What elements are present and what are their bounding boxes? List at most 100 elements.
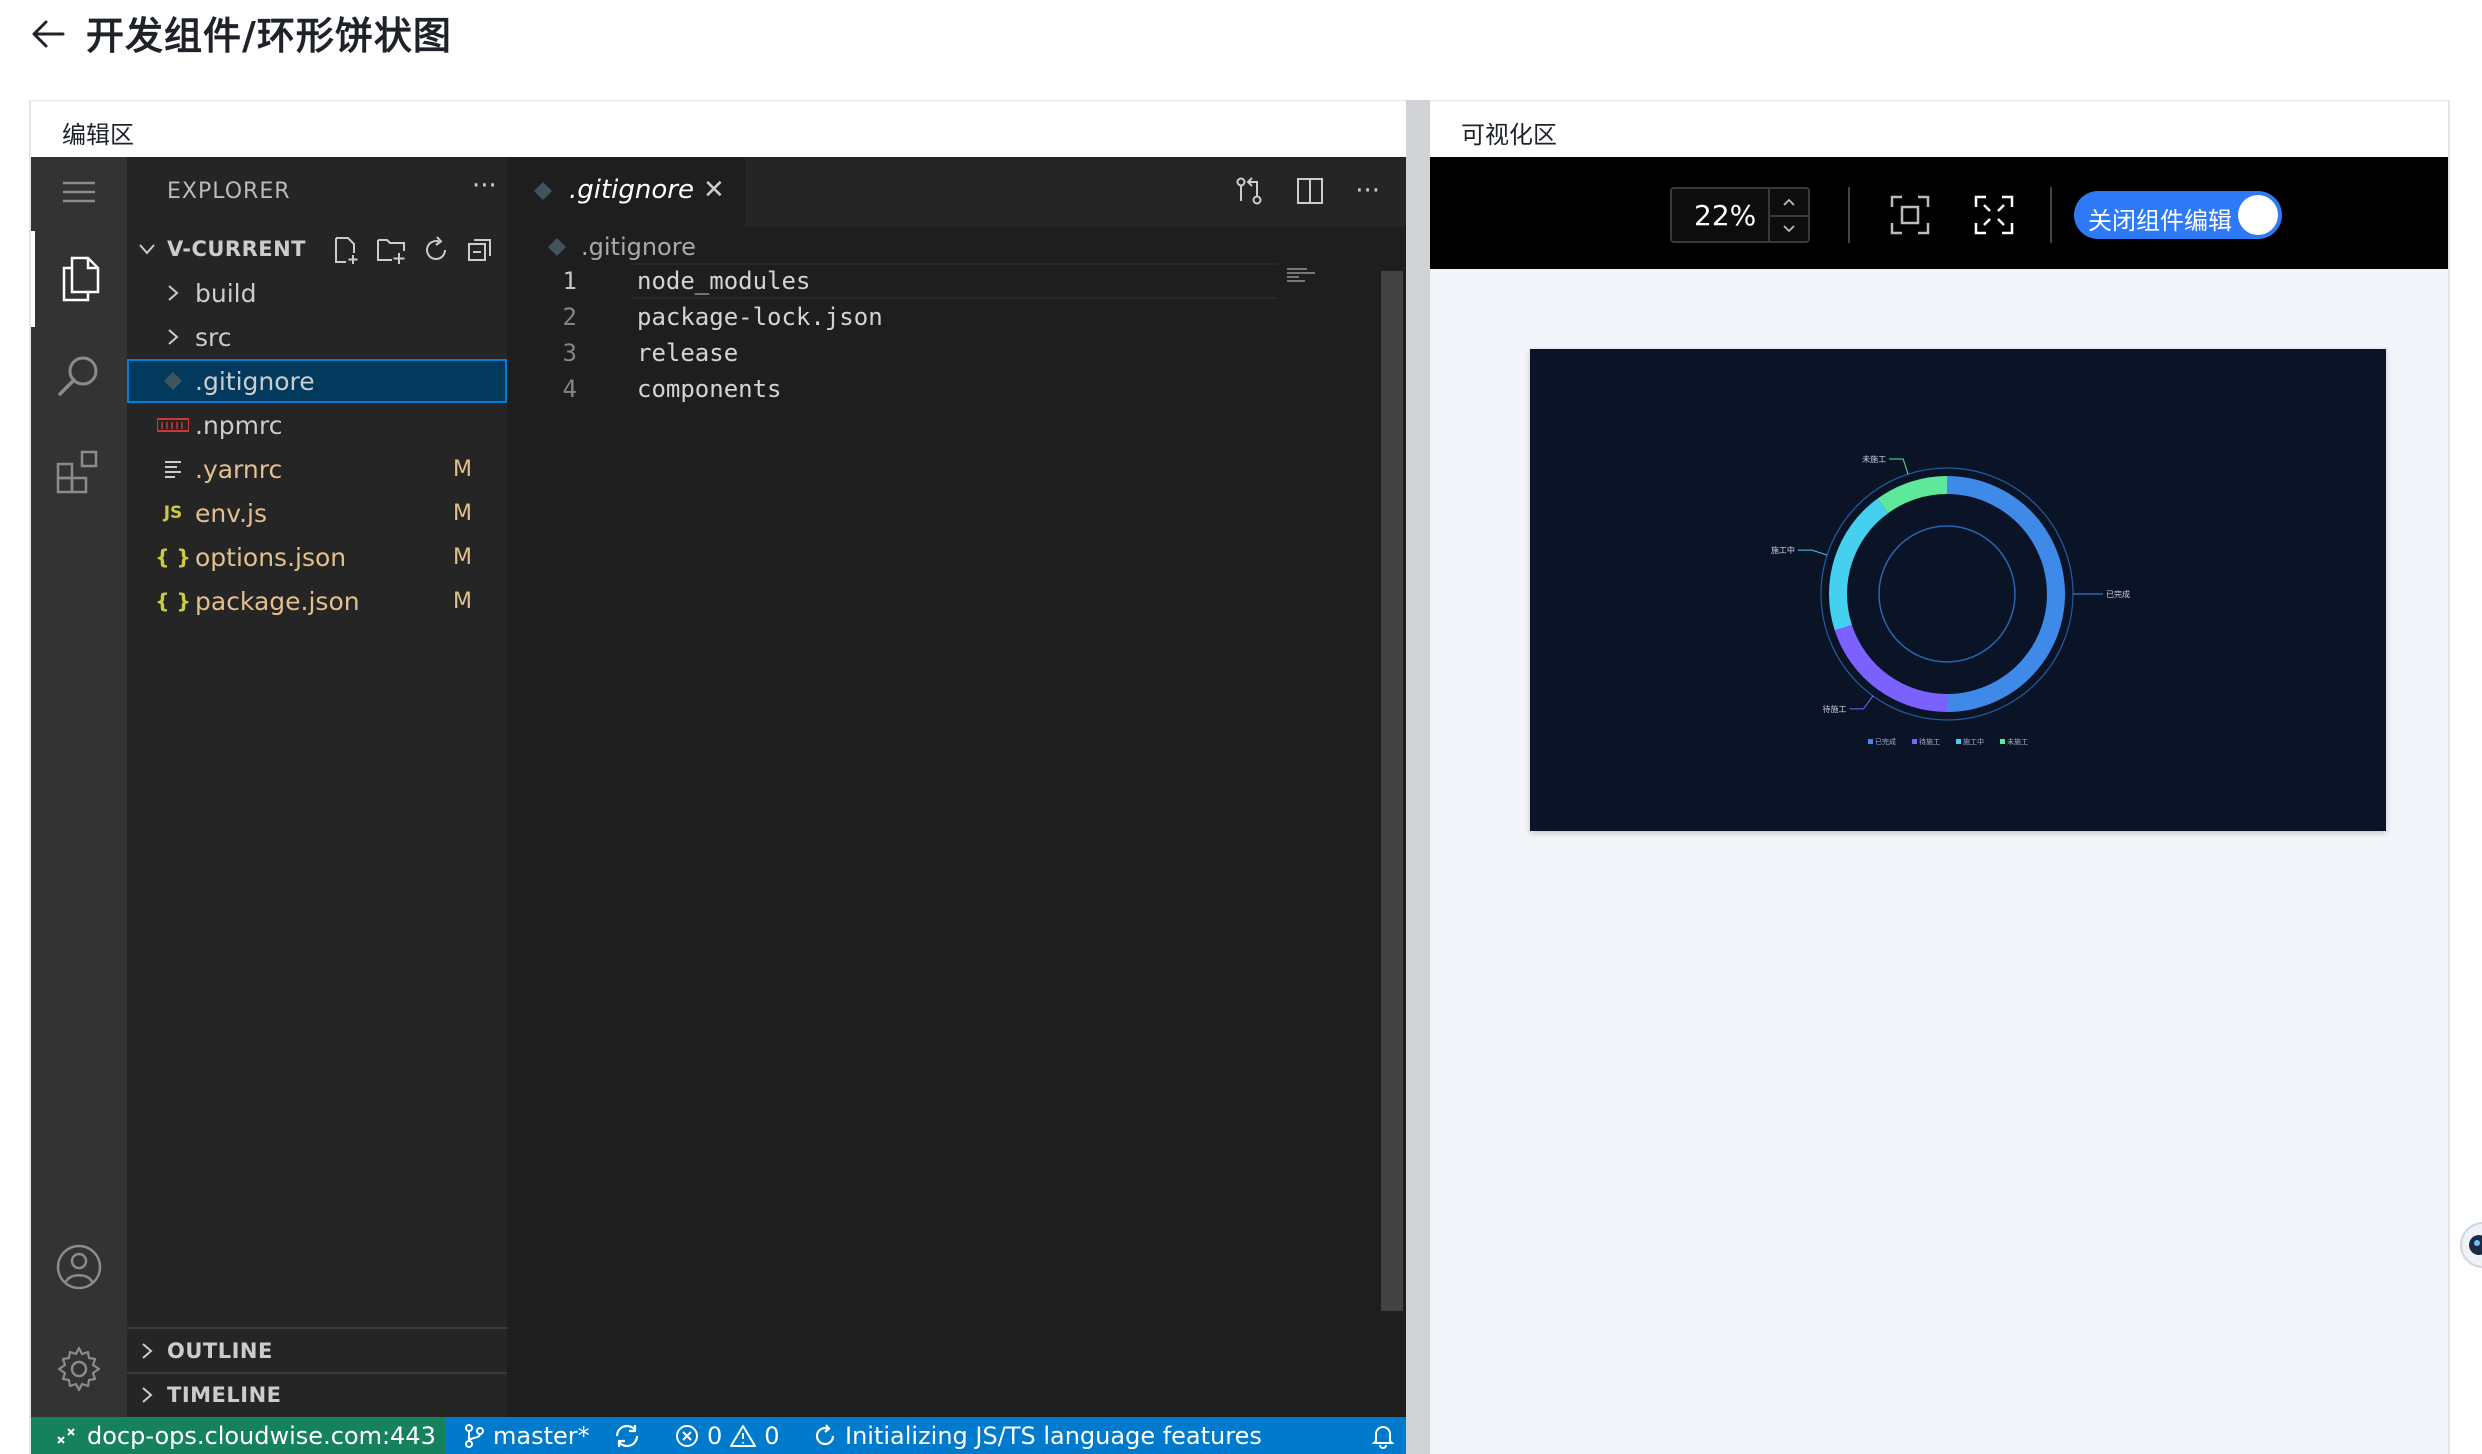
tree-item-label: env.js — [195, 498, 267, 528]
tree-item-label: package.json — [195, 586, 360, 616]
settings-activity-button[interactable] — [31, 1321, 127, 1417]
slice-label: 待施工 — [1823, 704, 1847, 714]
panel-splitter[interactable] — [1406, 100, 1430, 1454]
explorer-activity-button[interactable] — [31, 231, 127, 327]
new-file-icon[interactable] — [331, 235, 361, 265]
npm-icon — [155, 418, 191, 432]
more-actions-icon[interactable]: ··· — [1355, 176, 1380, 206]
slice-label: 未施工 — [1862, 454, 1886, 464]
branch-indicator[interactable]: master* — [463, 1417, 590, 1454]
visualization-panel: 可视化区 22% 关闭组件编辑 已完成 待施工 施工中 未施工 已完成 待施工 … — [1430, 100, 2450, 1454]
donut-slice[interactable] — [1877, 476, 1947, 514]
menu-button[interactable] — [31, 157, 127, 227]
donut-slice[interactable] — [1947, 476, 2065, 712]
editor-actions: ··· — [1233, 175, 1380, 207]
collapse-all-icon[interactable] — [465, 235, 495, 265]
compare-changes-icon[interactable] — [1233, 175, 1265, 207]
tree-item-package-json[interactable]: { } package.json M — [127, 579, 507, 623]
remote-icon — [57, 1428, 75, 1444]
tree-item-gitignore[interactable]: .gitignore — [127, 359, 507, 403]
workspace-root-label: V-CURRENT — [167, 237, 306, 261]
tree-item-env-js[interactable]: JS env.js M — [127, 491, 507, 535]
refresh-icon[interactable] — [421, 235, 451, 265]
remote-indicator[interactable]: docp-ops.cloudwise.com:443 — [31, 1417, 445, 1454]
problems-indicator[interactable]: 0 0 — [675, 1417, 780, 1454]
tree-item-npmrc[interactable]: .npmrc — [127, 403, 507, 447]
bell-icon — [1371, 1426, 1395, 1449]
zoom-value: 22% — [1694, 199, 1757, 232]
fullscreen-button[interactable] — [1970, 191, 2018, 239]
tree-item-src[interactable]: src — [127, 315, 507, 359]
tree-item-yarnrc[interactable]: .yarnrc M — [127, 447, 507, 491]
warning-icon — [730, 1425, 757, 1447]
donut-slice[interactable] — [1829, 498, 1889, 631]
code-line[interactable]: 3 release — [507, 335, 1377, 371]
chevron-right-icon — [155, 284, 191, 302]
minimap[interactable] — [1285, 267, 1325, 287]
viz-panel-label: 可视化区 — [1461, 121, 1557, 149]
files-icon — [62, 256, 100, 302]
split-editor-icon[interactable] — [1295, 176, 1325, 206]
close-icon[interactable]: ✕ — [703, 175, 725, 205]
zoom-down-button[interactable] — [1770, 215, 1808, 241]
fit-screen-button[interactable] — [1886, 191, 1934, 239]
page-header: 开发组件/环形饼状图 — [0, 0, 2482, 80]
search-activity-button[interactable] — [31, 327, 127, 423]
toggle-label: 关闭组件编辑 — [2088, 207, 2232, 235]
legend-swatch — [2000, 739, 2005, 744]
fit-screen-icon — [1890, 195, 1930, 235]
accounts-activity-button[interactable] — [31, 1219, 127, 1315]
extensions-icon — [56, 450, 98, 494]
assistant-robot-icon[interactable] — [2455, 1215, 2482, 1305]
code-line[interactable]: 4 components — [507, 371, 1377, 407]
notifications-button[interactable] — [1371, 1417, 1395, 1454]
chevron-right-icon — [127, 1342, 167, 1360]
timeline-section-header[interactable]: TIMELINE — [127, 1373, 507, 1417]
edit-panel: 编辑区 EXPLORER ··· V-CURRENT build src .gi… — [29, 100, 1408, 1454]
donut-chart: 已完成待施工施工中未施工已完成 待施工 施工中 未施工 — [1771, 454, 2130, 746]
language-status-label: Initializing JS/TS language features — [845, 1422, 1262, 1450]
line-text: node_modules — [637, 267, 811, 295]
modified-badge: M — [453, 500, 472, 526]
new-folder-icon[interactable] — [375, 235, 407, 265]
component-edit-toggle[interactable]: 关闭组件编辑 — [2074, 191, 2282, 239]
edit-panel-label: 编辑区 — [62, 121, 134, 149]
tab-gitignore[interactable]: .gitignore ✕ — [507, 157, 745, 227]
zoom-up-button[interactable] — [1770, 189, 1808, 215]
git-branch-icon — [465, 1424, 484, 1448]
code-line[interactable]: 1 node_modules — [507, 263, 1377, 299]
donut-slice[interactable] — [1834, 624, 1947, 712]
code-line[interactable]: 2 package-lock.json — [507, 299, 1377, 335]
editor-scrollbar[interactable] — [1381, 271, 1403, 1311]
back-button[interactable] — [28, 12, 68, 56]
warning-count: 0 — [764, 1422, 780, 1450]
zoom-input[interactable]: 22% — [1670, 187, 1810, 243]
json-file-icon: { } — [155, 545, 191, 569]
language-status[interactable]: Initializing JS/TS language features — [813, 1417, 1262, 1454]
donut-chart-card[interactable]: 已完成 待施工 施工中 未施工 已完成 待施工 施工中 未施工 — [1530, 349, 2386, 831]
viz-toolbar: 22% 关闭组件编辑 — [1430, 157, 2448, 269]
workspace-root-header[interactable]: V-CURRENT — [127, 227, 507, 271]
extensions-activity-button[interactable] — [31, 423, 127, 519]
tree-item-options-json[interactable]: { } options.json M — [127, 535, 507, 579]
chevron-down-icon — [127, 243, 167, 255]
line-text: release — [637, 339, 739, 367]
toolbar-divider — [1848, 187, 1850, 243]
line-text: components — [637, 375, 782, 403]
tree-item-label: build — [195, 278, 257, 308]
outer-ring — [1820, 467, 2074, 721]
outline-section-header[interactable]: OUTLINE — [127, 1329, 507, 1373]
modified-badge: M — [453, 544, 472, 570]
explorer-sidebar: EXPLORER ··· V-CURRENT build src .gitign… — [127, 157, 507, 1417]
line-number: 4 — [562, 375, 577, 403]
timeline-section-title: TIMELINE — [167, 1383, 282, 1407]
vscode-editor: EXPLORER ··· V-CURRENT build src .gitign… — [31, 157, 1408, 1454]
tree-item-build[interactable]: build — [127, 271, 507, 315]
js-file-icon: JS — [163, 503, 183, 523]
legend-label: 已完成 — [1875, 737, 1896, 746]
breadcrumb[interactable]: .gitignore — [547, 233, 696, 261]
explorer-more-button[interactable]: ··· — [472, 171, 497, 201]
chevron-right-icon — [155, 328, 191, 346]
outline-section-title: OUTLINE — [167, 1339, 273, 1363]
sync-button[interactable] — [613, 1417, 641, 1454]
